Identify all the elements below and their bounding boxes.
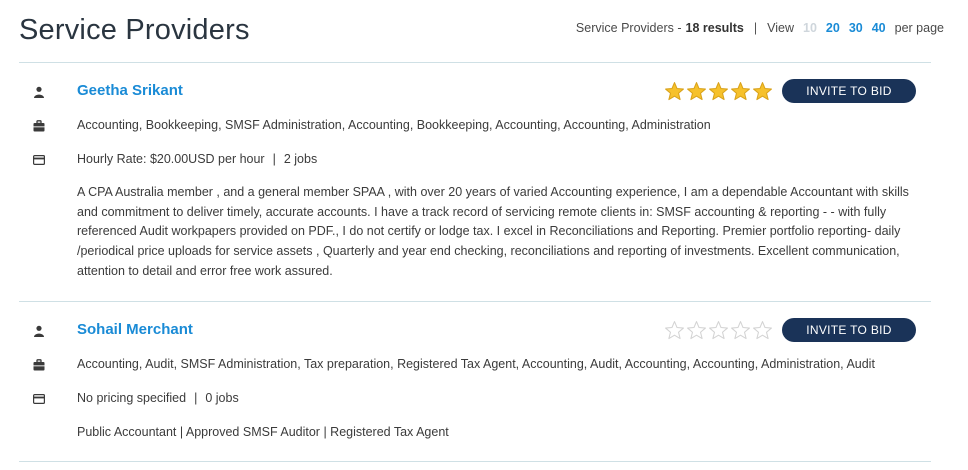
page-size-20[interactable]: 20 xyxy=(826,21,840,35)
per-page-label: per page xyxy=(894,21,944,35)
results-summary: Service Providers - 18 results | View 10… xyxy=(576,21,944,35)
star-empty-icon xyxy=(687,321,706,340)
provider-name[interactable]: Sohail Merchant xyxy=(77,321,193,338)
provider-description: A CPA Australia member , and a general m… xyxy=(77,185,909,278)
provider-services: Accounting, Audit, SMSF Administration, … xyxy=(77,357,875,371)
credit-card-icon xyxy=(33,153,46,166)
provider-rate-row: Hourly Rate: $20.00USD per hour | 2 jobs xyxy=(77,152,317,166)
provider-rate-row: No pricing specified | 0 jobs xyxy=(77,391,239,405)
page-size-40[interactable]: 40 xyxy=(872,21,886,35)
page-title: Service Providers xyxy=(19,14,250,46)
page-size-10: 10 xyxy=(803,21,817,35)
invite-to-bid-button[interactable]: INVITE TO BID xyxy=(782,318,916,342)
star-empty-icon xyxy=(665,321,684,340)
provider-rate: No pricing specified xyxy=(77,391,187,405)
star-filled-icon xyxy=(753,82,772,101)
divider xyxy=(19,62,931,63)
provider-description: Public Accountant | Approved SMSF Audito… xyxy=(77,425,449,439)
user-icon xyxy=(33,85,45,98)
results-separator: | xyxy=(753,21,758,35)
results-count: 18 results xyxy=(685,21,744,35)
view-label: View xyxy=(767,21,795,35)
star-empty-icon xyxy=(753,321,772,340)
star-filled-icon xyxy=(731,82,750,101)
briefcase-icon xyxy=(33,358,45,371)
results-prefix: Service Providers - xyxy=(575,21,682,35)
star-filled-icon xyxy=(709,82,728,101)
provider-rate: Hourly Rate: $20.00USD per hour xyxy=(77,152,265,166)
provider-jobs: 0 jobs xyxy=(205,391,239,405)
briefcase-icon xyxy=(33,119,45,132)
credit-card-icon xyxy=(33,392,46,405)
page-size-30[interactable]: 30 xyxy=(849,21,863,35)
user-icon xyxy=(33,324,45,337)
divider xyxy=(19,301,931,302)
divider xyxy=(19,461,931,462)
star-empty-icon xyxy=(731,321,750,340)
star-filled-icon xyxy=(687,82,706,101)
pipe-separator: | xyxy=(194,391,198,405)
pipe-separator: | xyxy=(272,152,276,166)
star-empty-icon xyxy=(709,321,728,340)
provider-services: Accounting, Bookkeeping, SMSF Administra… xyxy=(77,118,711,132)
star-rating xyxy=(664,320,773,341)
star-filled-icon xyxy=(665,82,684,101)
provider-jobs: 2 jobs xyxy=(283,152,318,166)
star-rating xyxy=(664,81,773,102)
provider-name[interactable]: Geetha Srikant xyxy=(77,82,183,99)
invite-to-bid-button[interactable]: INVITE TO BID xyxy=(782,79,916,103)
